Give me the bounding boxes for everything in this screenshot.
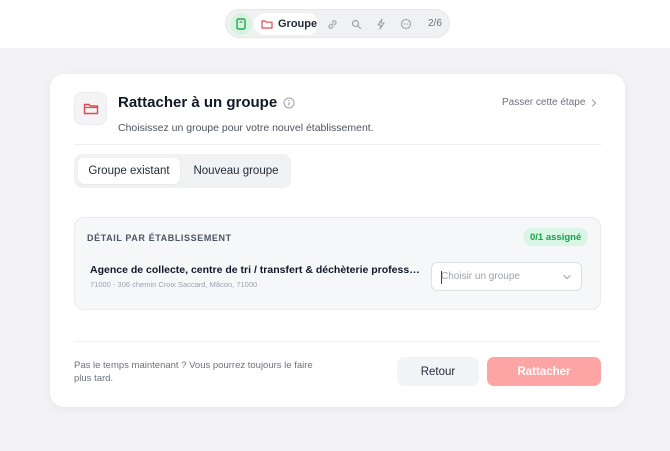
divider xyxy=(74,144,601,145)
back-button[interactable]: Retour xyxy=(397,357,479,386)
step-active-label: Groupe xyxy=(278,18,318,30)
skip-step-label: Passer cette étape xyxy=(502,97,586,108)
step-1-done[interactable] xyxy=(230,13,252,35)
folder-icon xyxy=(83,103,98,115)
card-header-icon xyxy=(74,92,107,125)
group-select[interactable]: Choisir un groupe xyxy=(431,262,582,291)
bolt-icon xyxy=(377,18,385,30)
assignment-status-badge: 0/1 assigné xyxy=(523,228,589,246)
step-3[interactable] xyxy=(325,17,339,31)
tab-existing-group[interactable]: Groupe existant xyxy=(78,158,180,184)
step-progress: 2/6 xyxy=(428,18,442,29)
folder-icon xyxy=(261,20,273,29)
step-4[interactable] xyxy=(349,17,363,31)
establishment-detail-panel: DÉTAIL PAR ÉTABLISSEMENT 0/1 assigné Age… xyxy=(74,217,601,310)
divider xyxy=(74,341,601,342)
top-bar: Groupe 2/6 xyxy=(0,0,670,48)
search-icon xyxy=(351,19,361,29)
info-icon[interactable] xyxy=(283,97,295,109)
establishment-name: Agence de collecte, centre de tri / tran… xyxy=(90,264,420,276)
chat-icon xyxy=(400,18,412,30)
tab-new-group[interactable]: Nouveau groupe xyxy=(186,158,286,184)
page-title: Rattacher à un groupe xyxy=(118,94,278,111)
attach-group-card: Rattacher à un groupe Passer cette étape… xyxy=(50,74,625,407)
step-2-active[interactable]: Groupe xyxy=(254,13,318,35)
page-subtitle: Choisissez un groupe pour votre nouvel é… xyxy=(118,122,374,134)
document-icon xyxy=(236,18,246,30)
group-select-placeholder: Choisir un groupe xyxy=(441,271,520,282)
establishment-address: 71000 - 306 chemin Croix Saccard, Mâcon,… xyxy=(90,280,258,289)
link-icon xyxy=(327,19,337,29)
text-caret xyxy=(441,271,442,284)
stepper: Groupe 2/6 xyxy=(225,9,450,38)
skip-step-link[interactable]: Passer cette étape xyxy=(502,97,597,108)
chevron-right-icon xyxy=(592,98,597,107)
attach-button[interactable]: Rattacher xyxy=(487,357,601,386)
group-mode-tabs: Groupe existant Nouveau groupe xyxy=(74,154,291,188)
step-6[interactable] xyxy=(399,17,413,31)
footer-note: Pas le temps maintenant ? Vous pourrez t… xyxy=(74,360,313,384)
chevron-down-icon xyxy=(563,274,571,280)
detail-heading: DÉTAIL PAR ÉTABLISSEMENT xyxy=(87,233,232,243)
step-5[interactable] xyxy=(374,17,388,31)
